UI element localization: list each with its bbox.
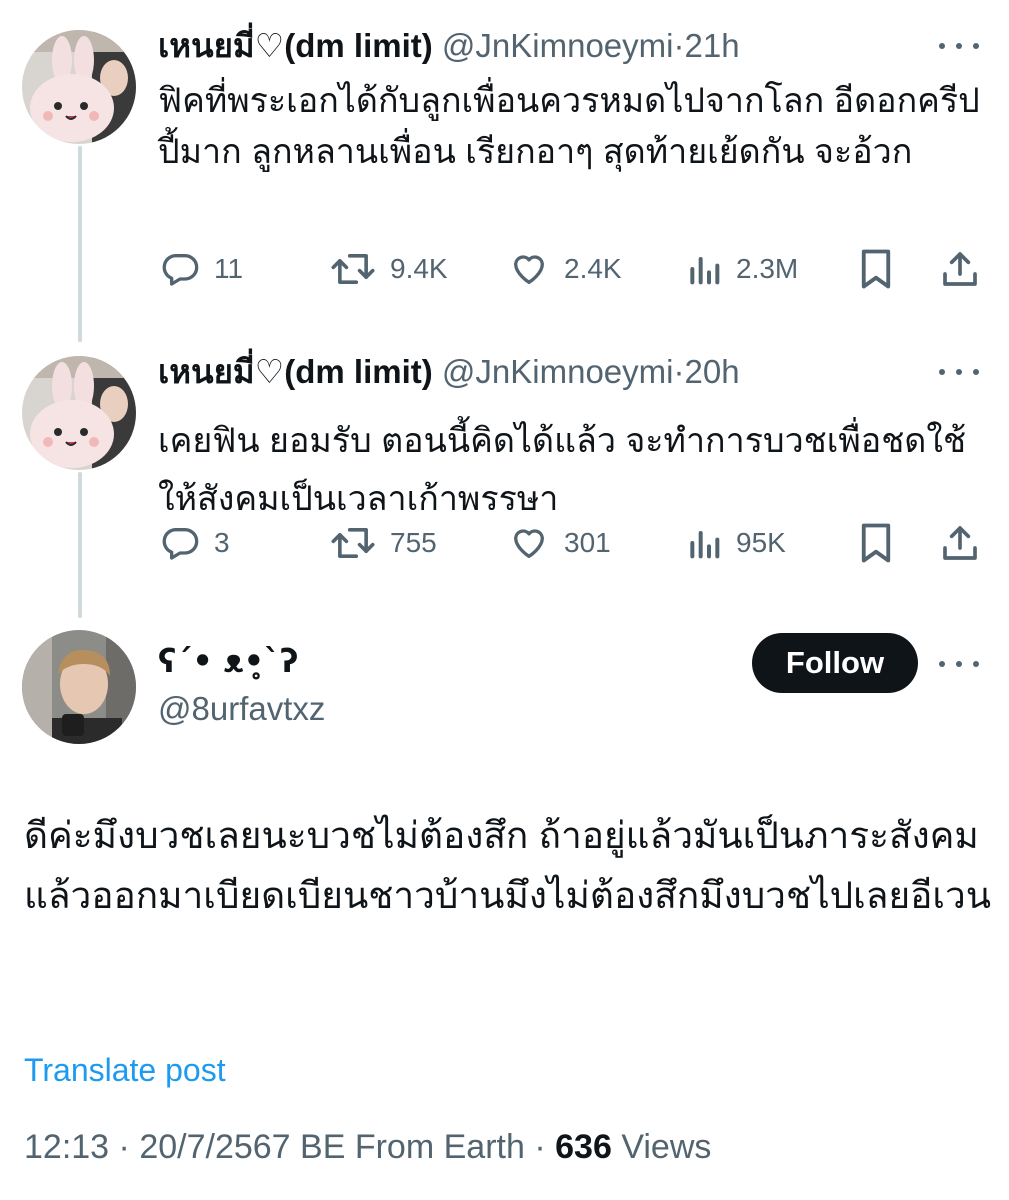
avatar-photo-image — [22, 630, 136, 744]
avatar-plush-image — [22, 356, 136, 470]
views-count: 636 — [555, 1128, 612, 1166]
share-icon — [943, 526, 977, 560]
like-count: 301 — [564, 527, 611, 558]
avatar[interactable] — [22, 356, 136, 470]
user-handle[interactable]: @JnKimnoeymi — [442, 353, 674, 390]
post-date[interactable]: 20/7/2567 BE — [139, 1128, 345, 1166]
separator-dot: · — [118, 1128, 130, 1166]
share-button[interactable] — [940, 518, 980, 568]
user-handle[interactable]: @8urfavtxz — [158, 690, 325, 728]
post-text: เคยฟิน ยอมรับ ตอนนี้คิดได้แล้ว จะทำการบว… — [158, 422, 967, 518]
post-time[interactable]: 20h — [685, 353, 740, 390]
post-time[interactable]: 12:13 — [24, 1128, 109, 1166]
more-icon[interactable] — [939, 362, 979, 382]
like-icon — [514, 529, 544, 558]
action-bar: 3 755 301 95K — [158, 518, 981, 568]
reply-icon — [162, 528, 199, 560]
views-button[interactable]: 95K — [686, 518, 786, 568]
views-label: Views — [621, 1128, 712, 1166]
post-metadata: 12:13 · 20/7/2567 BE From Earth · 636 Vi… — [24, 1128, 711, 1167]
reply-button[interactable]: 3 — [160, 518, 230, 568]
avatar[interactable] — [22, 630, 136, 744]
reply-count: 3 — [214, 527, 230, 558]
bookmark-button[interactable] — [858, 518, 894, 568]
thread-post[interactable]: เหนยมี่♡(dm limit) @JnKimnoeymi·20h เคยฟ… — [0, 0, 1009, 600]
follow-button[interactable]: Follow — [752, 633, 918, 693]
separator-dot: · — [534, 1128, 546, 1166]
post-header: เหนยมี่♡(dm limit) @JnKimnoeymi·20h — [158, 352, 740, 392]
like-button[interactable]: 301 — [508, 518, 611, 568]
views-count: 95K — [736, 527, 786, 558]
repost-count: 755 — [390, 527, 437, 558]
post-source: From Earth — [354, 1128, 525, 1166]
display-name[interactable]: เหนยมี่♡(dm limit) — [158, 353, 433, 390]
separator-dot: · — [673, 353, 685, 390]
more-icon[interactable] — [939, 654, 979, 674]
repost-icon — [331, 528, 375, 558]
translate-post-link[interactable]: Translate post — [24, 1052, 226, 1089]
post-text: ดีค่ะมึงบวชเลยนะบวชไม่ต้องสึก ถ้าอยู่แล้… — [24, 815, 992, 916]
display-name[interactable]: ʕ´• ᴥ•̥`ʔ — [158, 642, 298, 680]
bookmark-icon — [861, 523, 891, 563]
repost-button[interactable]: 755 — [330, 518, 437, 568]
views-icon — [690, 531, 720, 559]
